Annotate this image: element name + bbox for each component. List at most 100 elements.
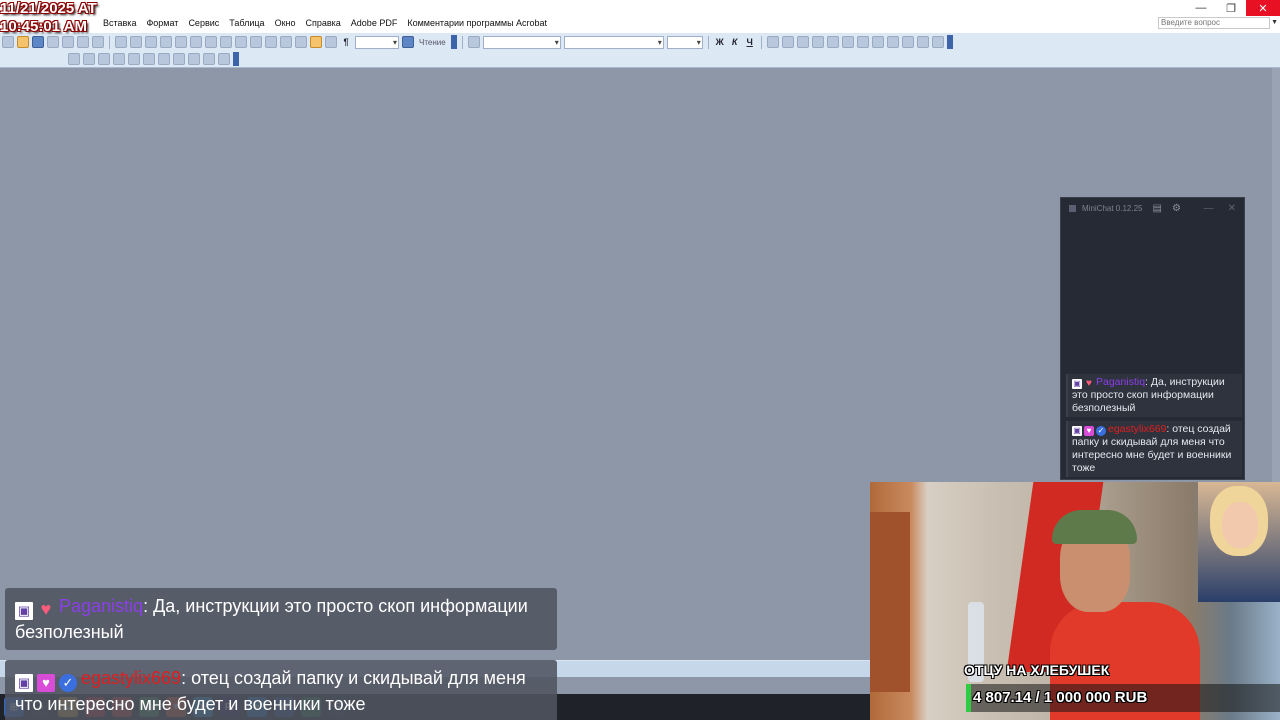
new-document-icon[interactable] [2, 36, 14, 48]
window-controls: — ❐ ✕ [1186, 0, 1280, 16]
align-center-icon[interactable] [781, 36, 794, 48]
underline-button[interactable]: Ч [744, 37, 756, 47]
align-left-icon[interactable] [766, 36, 779, 48]
minimize-button[interactable]: — [1186, 0, 1216, 16]
minichat-messages: ▣ ♥ Paganistiq: Да, инструкции это просто … [1066, 374, 1242, 477]
bullets-icon[interactable] [856, 36, 869, 48]
merge-cells-icon[interactable] [128, 53, 140, 65]
menu-table[interactable]: Таблица [229, 18, 264, 28]
chat-username[interactable]: Paganistiq [1096, 376, 1145, 388]
font-size-combo[interactable] [666, 35, 703, 49]
chat-message: ▣ ♥ Paganistiq: Да, инструкции это просто … [1066, 374, 1242, 417]
door [870, 512, 910, 692]
minimize-icon[interactable]: — [1204, 203, 1214, 214]
insert-excel-icon[interactable] [280, 36, 292, 48]
eraser-icon[interactable] [83, 53, 95, 65]
redo-icon[interactable] [220, 36, 232, 48]
font-color-icon[interactable] [931, 36, 944, 48]
close-icon[interactable]: ✕ [1228, 203, 1236, 214]
donation-goal-fill [966, 684, 971, 712]
increase-indent-icon[interactable] [886, 36, 899, 48]
paste-icon[interactable] [175, 36, 187, 48]
undo-icon[interactable] [205, 36, 217, 48]
insert-table-icon[interactable] [265, 36, 277, 48]
columns-icon[interactable] [295, 36, 307, 48]
donation-goal-bar: 4 807.14 / 1 000 000 RUB [966, 684, 1280, 712]
distribute-columns-icon[interactable] [188, 53, 200, 65]
menu-window[interactable]: Окно [275, 18, 296, 28]
research-icon[interactable] [130, 36, 142, 48]
restore-button[interactable]: ❐ [1216, 0, 1246, 16]
close-button[interactable]: ✕ [1246, 0, 1280, 16]
twitch-icon: ▣ [15, 602, 33, 620]
minichat-window: MiniChat 0.12.25 ▤ ⚙ — ✕ ▣ ♥ Paganistiq: Д… [1060, 197, 1245, 480]
styles-icon[interactable] [467, 36, 480, 48]
minichat-title: MiniChat 0.12.25 [1082, 203, 1143, 213]
ask-question-input[interactable]: Введите вопрос [1158, 17, 1270, 29]
menu-help[interactable]: Справка [305, 18, 340, 28]
numbering-icon[interactable] [841, 36, 854, 48]
chat-username[interactable]: egastylix669 [1108, 423, 1166, 435]
chat-message: ▣ ♥ Paganistiq: Да, инструкции это просто … [5, 588, 557, 650]
list-icon[interactable]: ▤ [1152, 203, 1161, 214]
tables-borders-icon[interactable] [250, 36, 262, 48]
help-icon[interactable] [402, 36, 414, 48]
menu-acrobat-comments[interactable]: Комментарии программы Acrobat [407, 18, 547, 28]
draw-table-icon[interactable] [68, 53, 80, 65]
align-right-icon[interactable] [796, 36, 809, 48]
menu-tools[interactable]: Сервис [188, 18, 219, 28]
save-icon[interactable] [32, 36, 44, 48]
font-combo[interactable] [563, 35, 664, 49]
chat-username: egastylix669 [81, 668, 182, 688]
sort-icon[interactable] [203, 53, 215, 65]
zoom-combo[interactable] [355, 35, 399, 49]
cut-icon[interactable] [145, 36, 157, 48]
donation-goal-title: ОТЦУ НА ХЛЕБУШЕК [964, 662, 1110, 678]
copy-icon[interactable] [160, 36, 172, 48]
cell-align-icon[interactable] [158, 53, 170, 65]
menu-insert[interactable]: Вставка [103, 18, 136, 28]
email-icon[interactable] [62, 36, 74, 48]
style-combo[interactable] [482, 35, 561, 49]
toolbar-options-icon[interactable] [233, 52, 239, 66]
verified-icon: ✓ [59, 674, 77, 692]
split-cells-icon[interactable] [143, 53, 155, 65]
justify-icon[interactable] [811, 36, 824, 48]
toolbar-options-icon[interactable] [450, 35, 457, 49]
close-icon: ✕ [1258, 2, 1268, 15]
format-painter-icon[interactable] [190, 36, 202, 48]
italic-button[interactable]: К [729, 37, 741, 47]
spelling-icon[interactable] [115, 36, 127, 48]
line-weight-icon[interactable] [113, 53, 125, 65]
borders-icon[interactable] [901, 36, 914, 48]
highlight-icon[interactable] [916, 36, 929, 48]
streamer-cap [1052, 510, 1137, 544]
menu-adobe-pdf[interactable]: Adobe PDF [351, 18, 398, 28]
distribute-rows-icon[interactable] [173, 53, 185, 65]
line-spacing-icon[interactable] [826, 36, 839, 48]
reading-mode-button[interactable]: Чтение [417, 38, 448, 47]
menu-format[interactable]: Формат [146, 18, 178, 28]
ask-dropdown-icon[interactable]: ▼ [1271, 19, 1278, 26]
decrease-indent-icon[interactable] [871, 36, 884, 48]
hyperlink-icon[interactable] [235, 36, 247, 48]
permission-icon[interactable] [47, 36, 59, 48]
print-preview-icon[interactable] [92, 36, 104, 48]
gear-icon[interactable]: ⚙ [1172, 203, 1181, 214]
open-folder-icon[interactable] [17, 36, 29, 48]
toolbar-separator [461, 35, 463, 49]
line-style-icon[interactable] [98, 53, 110, 65]
timestamp-date: 11/21/2025 AT [0, 0, 97, 17]
bold-button[interactable]: Ж [714, 37, 726, 47]
heart-badge-icon: ♥ [1084, 426, 1094, 436]
show-hide-marks-icon[interactable]: ¶ [340, 37, 352, 47]
document-map-icon[interactable] [325, 36, 337, 48]
toolbar-separator [109, 35, 110, 49]
print-icon[interactable] [77, 36, 89, 48]
drawing-icon[interactable] [310, 36, 322, 48]
autosum-icon[interactable] [218, 53, 230, 65]
verified-icon: ✓ [1096, 426, 1106, 436]
toolbar-options-icon[interactable] [946, 35, 953, 49]
minimize-icon: — [1195, 2, 1207, 14]
chat-username: Paganistiq [59, 596, 144, 616]
